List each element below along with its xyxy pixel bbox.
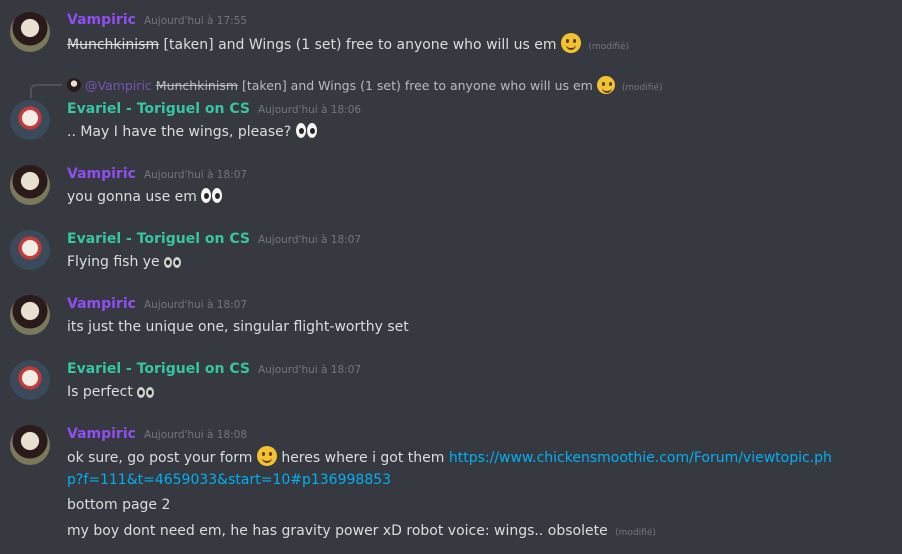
avatar[interactable] bbox=[10, 360, 50, 400]
edited-label: (modifié) bbox=[615, 528, 656, 538]
avatar[interactable] bbox=[10, 165, 50, 205]
avatar[interactable] bbox=[10, 295, 50, 335]
username-text[interactable]: Vampiric bbox=[67, 296, 136, 312]
message-text: Is perfect bbox=[67, 384, 133, 400]
message-content: ok sure, go post your form heres where i… bbox=[67, 446, 847, 491]
eyes-icon[interactable] bbox=[295, 123, 318, 139]
username-text[interactable]: Vampiric bbox=[67, 426, 136, 442]
timestamp: Aujourd'hui à 17:55 bbox=[143, 15, 248, 27]
message-text: my boy dont need em, he has gravity powe… bbox=[67, 523, 608, 539]
message-text: its just the unique one, singular flight… bbox=[67, 319, 409, 335]
eyes-icon[interactable] bbox=[137, 387, 155, 399]
avatar[interactable] bbox=[10, 12, 50, 52]
message-text: bottom page 2 bbox=[67, 497, 171, 513]
avatar[interactable] bbox=[10, 425, 50, 465]
username[interactable]: Evariel - Toriguel on CS Aujourd'hui à 18… bbox=[67, 231, 361, 247]
timestamp: Aujourd'hui à 18:07 bbox=[143, 299, 248, 311]
message-text: .. May I have the wings, please? bbox=[67, 124, 292, 140]
message-content: Is perfect bbox=[67, 383, 155, 401]
timestamp: Aujourd'hui à 18:08 bbox=[143, 429, 248, 441]
message-text: heres where i got them bbox=[276, 450, 449, 466]
timestamp: Aujourd'hui à 18:07 bbox=[257, 364, 362, 376]
reply-mention[interactable]: @Vampiric bbox=[85, 78, 152, 93]
reply-text: [taken] and Wings (1 set) free to anyone… bbox=[238, 78, 593, 93]
avatar[interactable] bbox=[10, 230, 50, 270]
username-text[interactable]: Evariel - Toriguel on CS bbox=[67, 361, 250, 377]
message-content: Munchkinism [taken] and Wings (1 set) fr… bbox=[67, 33, 629, 56]
reply-preview[interactable]: @Vampiric Munchkinism [taken] and Wings … bbox=[67, 76, 663, 94]
username[interactable]: Evariel - Toriguel on CS Aujourd'hui à 18… bbox=[67, 361, 361, 377]
timestamp: Aujourd'hui à 18:06 bbox=[257, 104, 362, 116]
message-content: its just the unique one, singular flight… bbox=[67, 318, 409, 336]
strikethrough-text: Munchkinism bbox=[67, 37, 160, 53]
message-content: my boy dont need em, he has gravity powe… bbox=[67, 522, 656, 542]
eyes-icon[interactable] bbox=[164, 257, 182, 269]
message-content: Flying fish ye bbox=[67, 253, 182, 271]
message-text: ok sure, go post your form bbox=[67, 450, 253, 466]
edited-label: (modifié) bbox=[588, 42, 630, 52]
eyes-icon[interactable] bbox=[201, 188, 223, 204]
avatar[interactable] bbox=[10, 100, 50, 140]
reply-avatar bbox=[67, 78, 81, 92]
reply-strikethrough-text: Munchkinism bbox=[155, 78, 239, 93]
username[interactable]: Vampiric Aujourd'hui à 18:08 bbox=[67, 426, 247, 442]
slightly-smiling-face-icon bbox=[596, 76, 615, 94]
slightly-smiling-face-icon[interactable] bbox=[256, 446, 277, 466]
reply-edited-label: (modifié) bbox=[621, 83, 663, 93]
username-text[interactable]: Evariel - Toriguel on CS bbox=[67, 231, 250, 247]
slightly-smiling-face-icon[interactable] bbox=[560, 33, 581, 53]
username-text[interactable]: Vampiric bbox=[67, 166, 136, 182]
timestamp: Aujourd'hui à 18:07 bbox=[143, 169, 248, 181]
message-text: [taken] and Wings (1 set) free to anyone… bbox=[159, 37, 557, 53]
message-text: you gonna use em bbox=[67, 189, 197, 205]
timestamp: Aujourd'hui à 18:07 bbox=[257, 234, 362, 246]
username-text[interactable]: Evariel - Toriguel on CS bbox=[67, 101, 250, 117]
username-text[interactable]: Vampiric bbox=[67, 12, 136, 28]
message-content: bottom page 2 bbox=[67, 496, 170, 514]
username[interactable]: Evariel - Toriguel on CS Aujourd'hui à 18… bbox=[67, 101, 361, 117]
username[interactable]: Vampiric Aujourd'hui à 18:07 bbox=[67, 296, 247, 312]
username[interactable]: Vampiric Aujourd'hui à 17:55 bbox=[67, 12, 247, 28]
username[interactable]: Vampiric Aujourd'hui à 18:07 bbox=[67, 166, 247, 182]
message-text: Flying fish ye bbox=[67, 254, 160, 270]
message-content: .. May I have the wings, please? bbox=[67, 123, 318, 141]
message-content: you gonna use em bbox=[67, 188, 223, 206]
reply-connector bbox=[30, 84, 62, 98]
